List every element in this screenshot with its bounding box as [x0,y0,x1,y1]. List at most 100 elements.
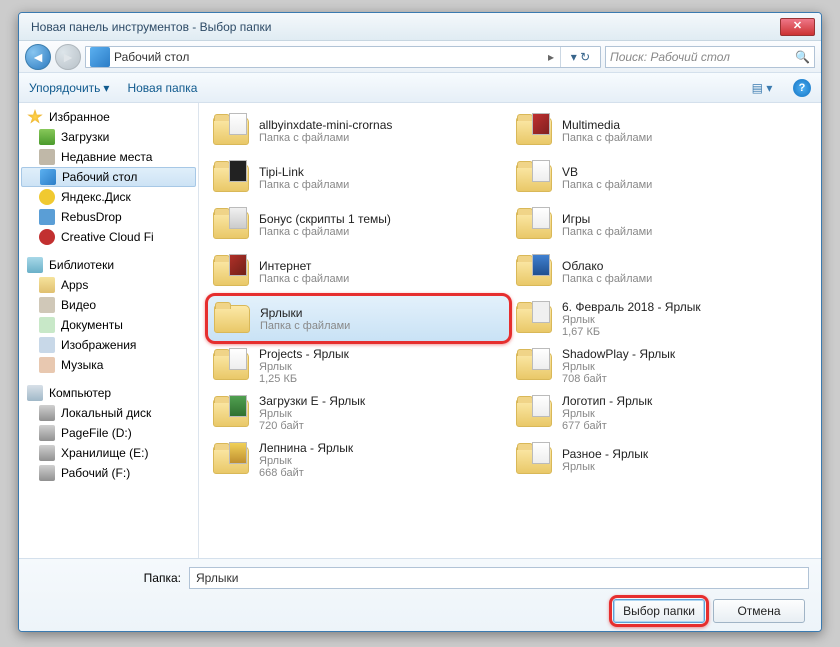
sidebar-item-drive-d[interactable]: PageFile (D:) [19,423,198,443]
folder-icon [514,440,554,480]
drive-icon [39,405,55,421]
file-item[interactable]: Tipi-Link Папка с файлами [207,154,510,201]
sidebar-computer-header[interactable]: Компьютер [19,383,198,403]
folder-icon [211,252,251,292]
file-name: Загрузки Е - Ярлык [259,394,506,408]
folder-name-input[interactable] [189,567,809,589]
file-item[interactable]: Бонус (скрипты 1 темы) Папка с файлами [207,201,510,248]
rebusdrop-icon [39,209,55,225]
file-list-pane: allbyinxdate-mini-crornas Папка с файлам… [199,103,821,558]
toolbar: Упорядочить ▾ Новая папка ▤ ▾ ? [19,73,821,103]
file-item[interactable]: allbyinxdate-mini-crornas Папка с файлам… [207,107,510,154]
sidebar-item-creative-cloud[interactable]: Creative Cloud Fi [19,227,198,247]
back-button[interactable]: ◄ [25,44,51,70]
yandex-disk-icon [39,189,55,205]
desktop-icon [40,169,56,185]
file-item[interactable]: Multimedia Папка с файлами [510,107,813,154]
sidebar[interactable]: Избранное Загрузки Недавние места Рабочи… [19,103,199,558]
sidebar-favorites-header[interactable]: Избранное [19,107,198,127]
file-name: Multimedia [562,118,809,132]
file-subtitle: Ярлык [259,455,506,467]
sidebar-item-drive-c[interactable]: Локальный диск [19,403,198,423]
search-icon: 🔍 [795,50,810,64]
organize-button[interactable]: Упорядочить ▾ [29,81,109,95]
folder-icon [514,346,554,386]
file-item[interactable]: Лепнина - Ярлык Ярлык668 байт [207,436,510,483]
sidebar-item-music[interactable]: Музыка [19,355,198,375]
folder-icon [211,111,251,151]
file-subtitle: Ярлык [562,314,809,326]
file-item[interactable]: Облако Папка с файлами [510,248,813,295]
forward-button[interactable]: ► [55,44,81,70]
sidebar-item-yandexdisk[interactable]: Яндекс.Диск [19,187,198,207]
file-size: 1,67 КБ [562,326,809,338]
new-folder-button[interactable]: Новая папка [127,81,197,95]
sidebar-item-desktop[interactable]: Рабочий стол [21,167,196,187]
file-item[interactable]: Интернет Папка с файлами [207,248,510,295]
file-subtitle: Папка с файлами [259,226,506,238]
file-subtitle: Папка с файлами [259,132,506,144]
sidebar-item-images[interactable]: Изображения [19,335,198,355]
refresh-button[interactable]: ▾ ↻ [560,47,600,67]
file-name: Бонус (скрипты 1 темы) [259,212,506,226]
folder-icon [39,277,55,293]
video-icon [39,297,55,313]
file-item[interactable]: Ярлыки Папка с файлами [207,295,510,342]
file-name: Облако [562,259,809,273]
file-subtitle: Папка с файлами [260,320,505,332]
sidebar-item-video[interactable]: Видео [19,295,198,315]
folder-icon [514,299,554,339]
file-item[interactable]: Projects - Ярлык Ярлык1,25 КБ [207,342,510,389]
file-subtitle: Папка с файлами [562,179,809,191]
drive-icon [39,445,55,461]
help-button[interactable]: ? [793,79,811,97]
sidebar-item-documents[interactable]: Документы [19,315,198,335]
folder-icon [211,346,251,386]
select-folder-button[interactable]: Выбор папки [613,599,705,623]
file-item[interactable]: Разное - Ярлык Ярлык [510,436,813,483]
folder-icon [211,158,251,198]
folder-icon [211,440,251,480]
file-item[interactable]: ShadowPlay - Ярлык Ярлык708 байт [510,342,813,389]
close-button[interactable]: ✕ [780,18,815,36]
sidebar-item-drive-f[interactable]: Рабочий (F:) [19,463,198,483]
file-size: 720 байт [259,420,506,432]
file-item[interactable]: VB Папка с файлами [510,154,813,201]
file-size: 677 байт [562,420,809,432]
file-size: 668 байт [259,467,506,479]
sidebar-item-apps[interactable]: Apps [19,275,198,295]
file-name: Логотип - Ярлык [562,394,809,408]
folder-label: Папка: [31,571,181,585]
star-icon [27,109,43,125]
file-name: ShadowPlay - Ярлык [562,347,809,361]
file-name: allbyinxdate-mini-crornas [259,118,506,132]
view-options-button[interactable]: ▤ ▾ [749,77,775,99]
sidebar-item-downloads[interactable]: Загрузки [19,127,198,147]
titlebar[interactable]: Новая панель инструментов - Выбор папки … [19,13,821,41]
computer-icon [27,385,43,401]
file-item[interactable]: Загрузки Е - Ярлык Ярлык720 байт [207,389,510,436]
breadcrumb-arrow-icon[interactable]: ▸ [542,50,560,64]
file-name: Лепнина - Ярлык [259,441,506,455]
sidebar-item-rebusdrop[interactable]: RebusDrop [19,207,198,227]
search-input[interactable]: Поиск: Рабочий стол 🔍 [605,46,815,68]
folder-icon [212,299,252,339]
file-subtitle: Ярлык [562,361,809,373]
music-icon [39,357,55,373]
file-size: 708 байт [562,373,809,385]
library-icon [27,257,43,273]
folder-icon [211,205,251,245]
file-item[interactable]: Игры Папка с файлами [510,201,813,248]
address-bar[interactable]: Рабочий стол ▸ ▾ ↻ [85,46,601,68]
drive-icon [39,425,55,441]
sidebar-item-recent[interactable]: Недавние места [19,147,198,167]
file-item[interactable]: Логотип - Ярлык Ярлык677 байт [510,389,813,436]
search-placeholder: Поиск: Рабочий стол [610,50,795,64]
file-grid[interactable]: allbyinxdate-mini-crornas Папка с файлам… [199,103,821,558]
file-item[interactable]: 6. Февраль 2018 - Ярлык Ярлык1,67 КБ [510,295,813,342]
sidebar-item-drive-e[interactable]: Хранилище (E:) [19,443,198,463]
cancel-button[interactable]: Отмена [713,599,805,623]
file-subtitle: Папка с файлами [562,132,809,144]
folder-icon [211,393,251,433]
sidebar-libraries-header[interactable]: Библиотеки [19,255,198,275]
